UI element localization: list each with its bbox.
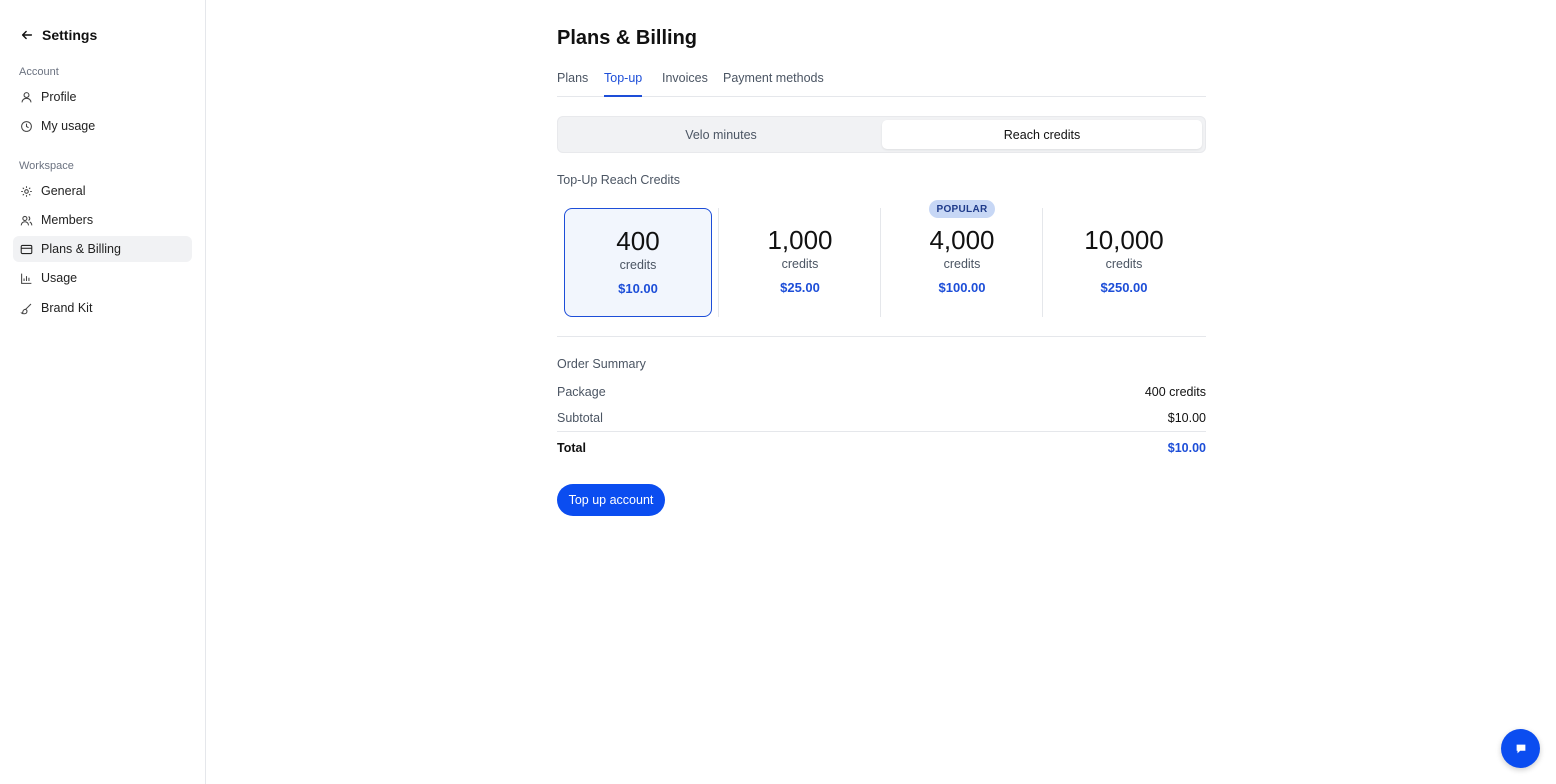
order-summary-title: Order Summary <box>557 357 646 371</box>
chat-support-button[interactable] <box>1501 729 1540 768</box>
reach-credits-option[interactable]: Reach credits <box>882 120 1202 149</box>
total-value: $10.00 <box>1167 441 1206 455</box>
arrow-left-icon <box>21 30 33 40</box>
package-price: $25.00 <box>780 280 820 295</box>
total-label: Total <box>557 441 586 455</box>
sidebar-item-label: Profile <box>41 90 77 104</box>
back-to-settings[interactable]: Settings <box>20 27 97 43</box>
page-title: Plans & Billing <box>557 27 698 49</box>
users-icon <box>20 215 33 225</box>
credit-type-toggle: Velo minutes Reach credits <box>557 116 1206 153</box>
package-price: $10.00 <box>618 281 658 296</box>
sidebar-item-profile[interactable]: Profile <box>13 84 192 110</box>
package-card-4000[interactable]: 4,000 credits $100.00 <box>881 208 1043 317</box>
package-amount: 10,000 <box>1084 225 1164 255</box>
top-up-account-button[interactable]: Top up account <box>557 484 665 516</box>
top-up-section-title: Top-Up Reach Credits <box>557 173 680 187</box>
sidebar-item-label: General <box>41 184 86 198</box>
sidebar-item-general[interactable]: General <box>13 178 192 204</box>
sidebar-item-label: My usage <box>41 119 96 133</box>
package-unit: credits <box>943 257 981 271</box>
sidebar-item-label: Usage <box>41 271 78 285</box>
package-card-1000[interactable]: 1,000 credits $25.00 <box>719 208 881 317</box>
velo-minutes-option[interactable]: Velo minutes <box>561 120 881 149</box>
order-row-subtotal: Subtotal $10.00 <box>557 411 1206 425</box>
order-row-total: Total $10.00 <box>557 441 1206 455</box>
sidebar-title: Settings <box>42 27 98 43</box>
package-amount: 4,000 <box>929 225 995 255</box>
subtotal-value: $10.00 <box>1167 411 1206 425</box>
clock-icon <box>21 120 32 132</box>
sidebar-item-usage[interactable]: Usage <box>13 265 192 291</box>
tab-invoices[interactable]: Invoices <box>662 71 708 97</box>
section-label-account: Account <box>19 66 59 78</box>
settings-sidebar: Settings Account Profile My usage Worksp… <box>0 0 206 784</box>
package-label: Package <box>557 385 606 399</box>
sidebar-item-brand-kit[interactable]: Brand Kit <box>13 295 192 321</box>
chat-icon <box>1516 744 1525 753</box>
section-label-workspace: Workspace <box>19 160 74 172</box>
tab-top-up[interactable]: Top-up <box>604 71 643 97</box>
credit-card-icon <box>20 244 33 254</box>
sidebar-item-label: Plans & Billing <box>41 242 121 256</box>
package-unit: credits <box>619 258 657 272</box>
sidebar-item-plans-billing[interactable]: Plans & Billing <box>13 236 192 262</box>
sidebar-item-label: Members <box>41 213 94 227</box>
bar-chart-icon <box>21 273 32 284</box>
sidebar-item-label: Brand Kit <box>41 301 93 315</box>
tab-payment-methods[interactable]: Payment methods <box>723 71 824 97</box>
sidebar-item-members[interactable]: Members <box>13 207 192 233</box>
order-row-package: Package 400 credits <box>557 385 1206 399</box>
package-amount: 1,000 <box>767 225 833 255</box>
package-amount: 400 <box>616 226 660 256</box>
package-price: $100.00 <box>938 280 986 295</box>
package-unit: credits <box>781 257 819 271</box>
tab-plans[interactable]: Plans <box>557 71 588 97</box>
package-value: 400 credits <box>1144 385 1206 399</box>
package-unit: credits <box>1105 257 1143 271</box>
user-icon <box>21 91 32 102</box>
package-card-400[interactable]: 400 credits $10.00 <box>564 208 712 317</box>
brush-icon <box>20 303 32 314</box>
package-price: $250.00 <box>1100 280 1148 295</box>
summary-divider <box>557 431 1206 432</box>
package-card-10000[interactable]: 10,000 credits $250.00 <box>1043 208 1205 317</box>
subtotal-label: Subtotal <box>557 411 603 425</box>
billing-tabs: Plans Top-up Invoices Payment methods <box>557 71 1206 97</box>
sidebar-item-my-usage[interactable]: My usage <box>13 113 192 139</box>
gear-icon <box>21 185 32 197</box>
package-options: 400 credits $10.00 1,000 credits $25.00 … <box>557 208 1206 318</box>
section-divider <box>557 336 1206 337</box>
